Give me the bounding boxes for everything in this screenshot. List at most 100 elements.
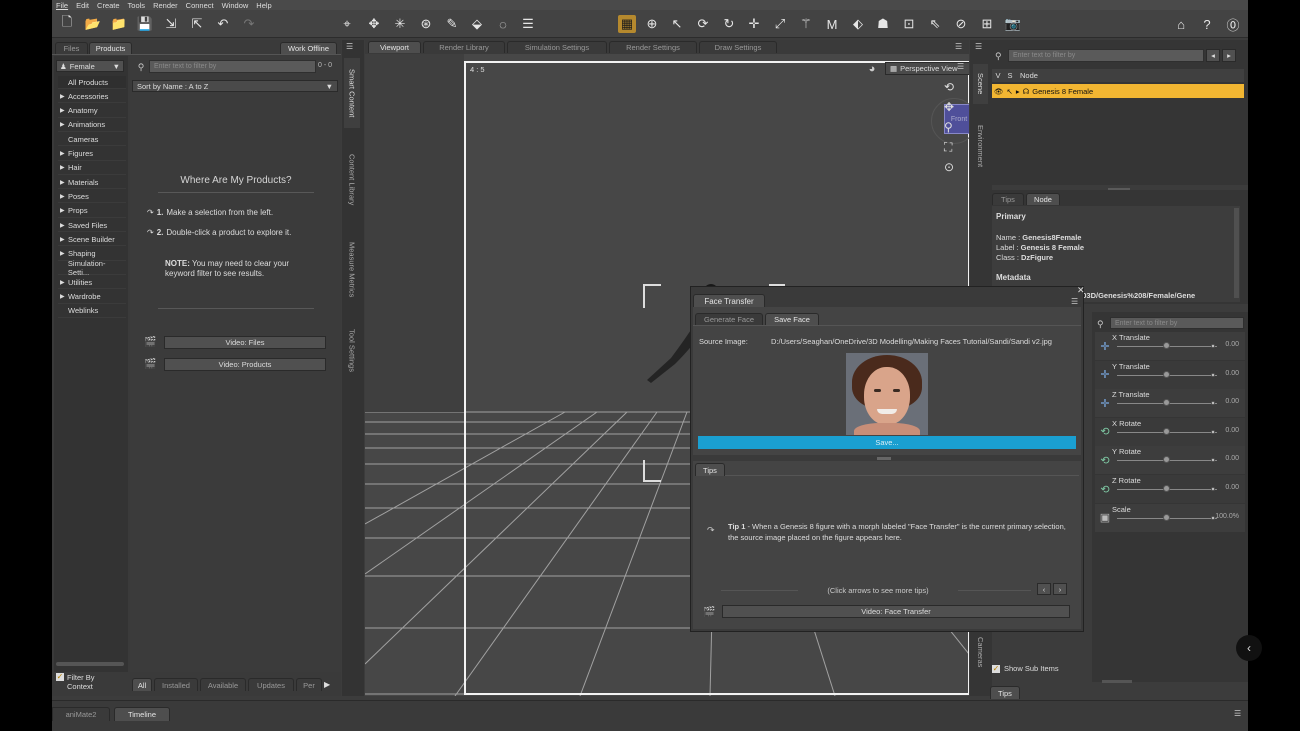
vtab-measure-metrics[interactable]: Measure Metrics bbox=[344, 230, 360, 310]
category-item[interactable]: ▶ Animations bbox=[58, 119, 126, 132]
pane-menu-icon[interactable]: ☰ bbox=[1071, 297, 1078, 306]
vtab-smart-content[interactable]: Smart Content bbox=[344, 58, 360, 128]
tab-face-transfer[interactable]: Face Transfer bbox=[693, 294, 765, 307]
tab-render-settings[interactable]: Render Settings bbox=[609, 41, 697, 53]
category-scrollbar[interactable] bbox=[56, 662, 124, 666]
parameter-row[interactable]: ⟲ Y Rotate 0.00 bbox=[1095, 446, 1245, 475]
pane-menu-icon[interactable]: ☰ bbox=[346, 42, 353, 51]
category-item[interactable]: Simulation-Setti... bbox=[58, 259, 126, 277]
zoom-icon[interactable]: ⚲ bbox=[944, 120, 953, 134]
tab-viewport[interactable]: Viewport bbox=[368, 41, 421, 53]
morph-icon[interactable]: ⬖ bbox=[849, 15, 867, 33]
parameter-value[interactable]: 0.00 bbox=[1225, 398, 1239, 405]
prev-tip-button[interactable]: ‹ bbox=[1037, 583, 1051, 595]
tab-available[interactable]: Available bbox=[200, 678, 246, 691]
tab-simulation-settings[interactable]: Simulation Settings bbox=[507, 41, 607, 53]
vtab-environment[interactable]: Environment bbox=[973, 116, 988, 176]
parameter-slider-knob[interactable] bbox=[1163, 456, 1170, 464]
vtab-cameras[interactable]: Cameras bbox=[973, 632, 988, 672]
menu-create[interactable]: Create bbox=[97, 1, 120, 10]
category-item[interactable]: ▶ Poses bbox=[58, 190, 126, 204]
parameter-slider-knob[interactable] bbox=[1163, 513, 1170, 521]
parameter-slider-knob[interactable] bbox=[1163, 399, 1170, 407]
parameter-row[interactable]: ⟲ Z Rotate 0.00 bbox=[1095, 475, 1245, 503]
category-item[interactable]: ▶ Figures bbox=[58, 148, 126, 161]
category-item[interactable]: ▶ Accessories bbox=[58, 90, 126, 104]
pane-menu-icon[interactable]: ☰ bbox=[975, 42, 982, 51]
translate-icon[interactable]: ✛ bbox=[1098, 339, 1112, 353]
parameter-row[interactable]: ✛ Y Translate 0.00 bbox=[1095, 360, 1245, 389]
menu-help[interactable]: Help bbox=[256, 1, 271, 10]
rotate-icon[interactable]: ⟲ bbox=[1098, 425, 1112, 439]
arrow-right-icon[interactable]: ▸ bbox=[1222, 49, 1236, 62]
video-products-button[interactable]: Video: Products bbox=[164, 358, 326, 371]
scale-icon[interactable]: ⤢ bbox=[771, 15, 789, 33]
splitter-handle[interactable] bbox=[877, 457, 891, 460]
save-button[interactable]: Save... bbox=[698, 436, 1076, 449]
category-item[interactable]: ▶ Props bbox=[58, 205, 126, 218]
parameter-value[interactable]: 0.00 bbox=[1225, 341, 1239, 348]
import-icon[interactable]: ⇲ bbox=[162, 15, 180, 33]
node-scrollbar[interactable] bbox=[1234, 208, 1239, 298]
world-tool-icon[interactable]: ⊕ bbox=[643, 15, 661, 33]
category-item[interactable]: Weblinks bbox=[58, 305, 126, 318]
column-node[interactable]: Node bbox=[1016, 71, 1038, 80]
parameter-slider-knob[interactable] bbox=[1163, 427, 1170, 435]
new-file-icon[interactable]: 🗋 bbox=[58, 14, 76, 33]
eye-icon[interactable]: 👁 bbox=[994, 87, 1004, 96]
chevron-right-icon[interactable]: ▶ bbox=[324, 678, 334, 691]
link-icon[interactable]: ⊘ bbox=[952, 15, 970, 33]
category-item[interactable]: ▶ Scene Builder bbox=[58, 233, 126, 247]
redo-icon[interactable]: ↷ bbox=[240, 15, 258, 33]
video-face-transfer-button[interactable]: Video: Face Transfer bbox=[722, 605, 1070, 618]
menu-edit[interactable]: Edit bbox=[76, 1, 89, 10]
tab-tips[interactable]: Tips bbox=[695, 463, 725, 476]
parameter-row[interactable]: ▣ Scale 100.0% bbox=[1095, 503, 1245, 532]
help-icon[interactable]: ⓪ bbox=[1224, 15, 1242, 33]
category-select[interactable]: ♟ Female ▼ bbox=[56, 60, 124, 72]
open-recent-icon[interactable]: 📁 bbox=[110, 15, 128, 33]
tab-products[interactable]: Products bbox=[89, 42, 132, 54]
vtab-scene[interactable]: Scene bbox=[973, 64, 988, 104]
menu-tools[interactable]: Tools bbox=[128, 1, 146, 10]
undo-icon[interactable]: ↶ bbox=[214, 15, 232, 33]
save-icon[interactable]: 💾 bbox=[136, 15, 154, 33]
category-item[interactable]: ▶ Hair bbox=[58, 162, 126, 175]
scale-icon[interactable]: ▣ bbox=[1098, 511, 1112, 525]
chevron-right-icon[interactable]: ▸ bbox=[1016, 87, 1020, 96]
parameter-value[interactable]: 0.00 bbox=[1225, 427, 1239, 434]
pointer-icon[interactable]: ↖ bbox=[668, 15, 686, 33]
pose-icon[interactable]: ☗ bbox=[874, 15, 892, 33]
work-offline-button[interactable]: Work Offline bbox=[280, 42, 337, 54]
universal-tool-icon[interactable]: ✥ bbox=[365, 15, 383, 33]
pane-menu-icon[interactable]: ☰ bbox=[955, 42, 962, 51]
filter-by-context-checkbox[interactable]: ✓ Filter By Context bbox=[56, 673, 113, 691]
parameter-slider-knob[interactable] bbox=[1163, 342, 1170, 349]
column-selectable[interactable]: S bbox=[1004, 71, 1016, 80]
pointer-icon[interactable]: ↖ bbox=[1007, 87, 1013, 96]
menu-window[interactable]: Window bbox=[222, 1, 249, 10]
orbit-icon[interactable]: ⟲ bbox=[944, 80, 954, 94]
chevron-left-icon[interactable]: ‹ bbox=[1236, 635, 1262, 661]
node-selection-icon[interactable]: ⌖ bbox=[338, 15, 356, 33]
rotate-icon[interactable]: ⟲ bbox=[1098, 453, 1112, 467]
rotate-tool-icon[interactable]: ⟳ bbox=[694, 15, 712, 33]
tab-tips[interactable]: Tips bbox=[992, 193, 1024, 205]
column-visible[interactable]: V bbox=[992, 71, 1004, 80]
category-item[interactable]: Cameras bbox=[58, 133, 126, 147]
menu-render[interactable]: Render bbox=[153, 1, 178, 10]
surface-selection-icon[interactable]: ✎ bbox=[443, 15, 461, 33]
category-item[interactable]: All Products bbox=[58, 76, 126, 89]
sort-select[interactable]: Sort by Name : A to Z ▼ bbox=[132, 80, 338, 92]
twist-icon[interactable]: ↻ bbox=[720, 15, 738, 33]
tab-timeline[interactable]: Timeline bbox=[114, 707, 170, 721]
close-icon[interactable]: ✕ bbox=[1077, 285, 1085, 296]
next-tip-button[interactable]: › bbox=[1053, 583, 1067, 595]
reset-view-icon[interactable]: ⊙ bbox=[944, 160, 954, 174]
tab-generate-face[interactable]: Generate Face bbox=[695, 313, 763, 325]
home-icon[interactable]: ⌂ bbox=[1172, 15, 1190, 33]
parameter-value[interactable]: 0.00 bbox=[1225, 370, 1239, 377]
category-item[interactable]: ▶ Anatomy bbox=[58, 105, 126, 118]
product-filter-input[interactable]: Enter text to filter by bbox=[149, 60, 316, 73]
menu-file[interactable]: File bbox=[56, 1, 68, 10]
